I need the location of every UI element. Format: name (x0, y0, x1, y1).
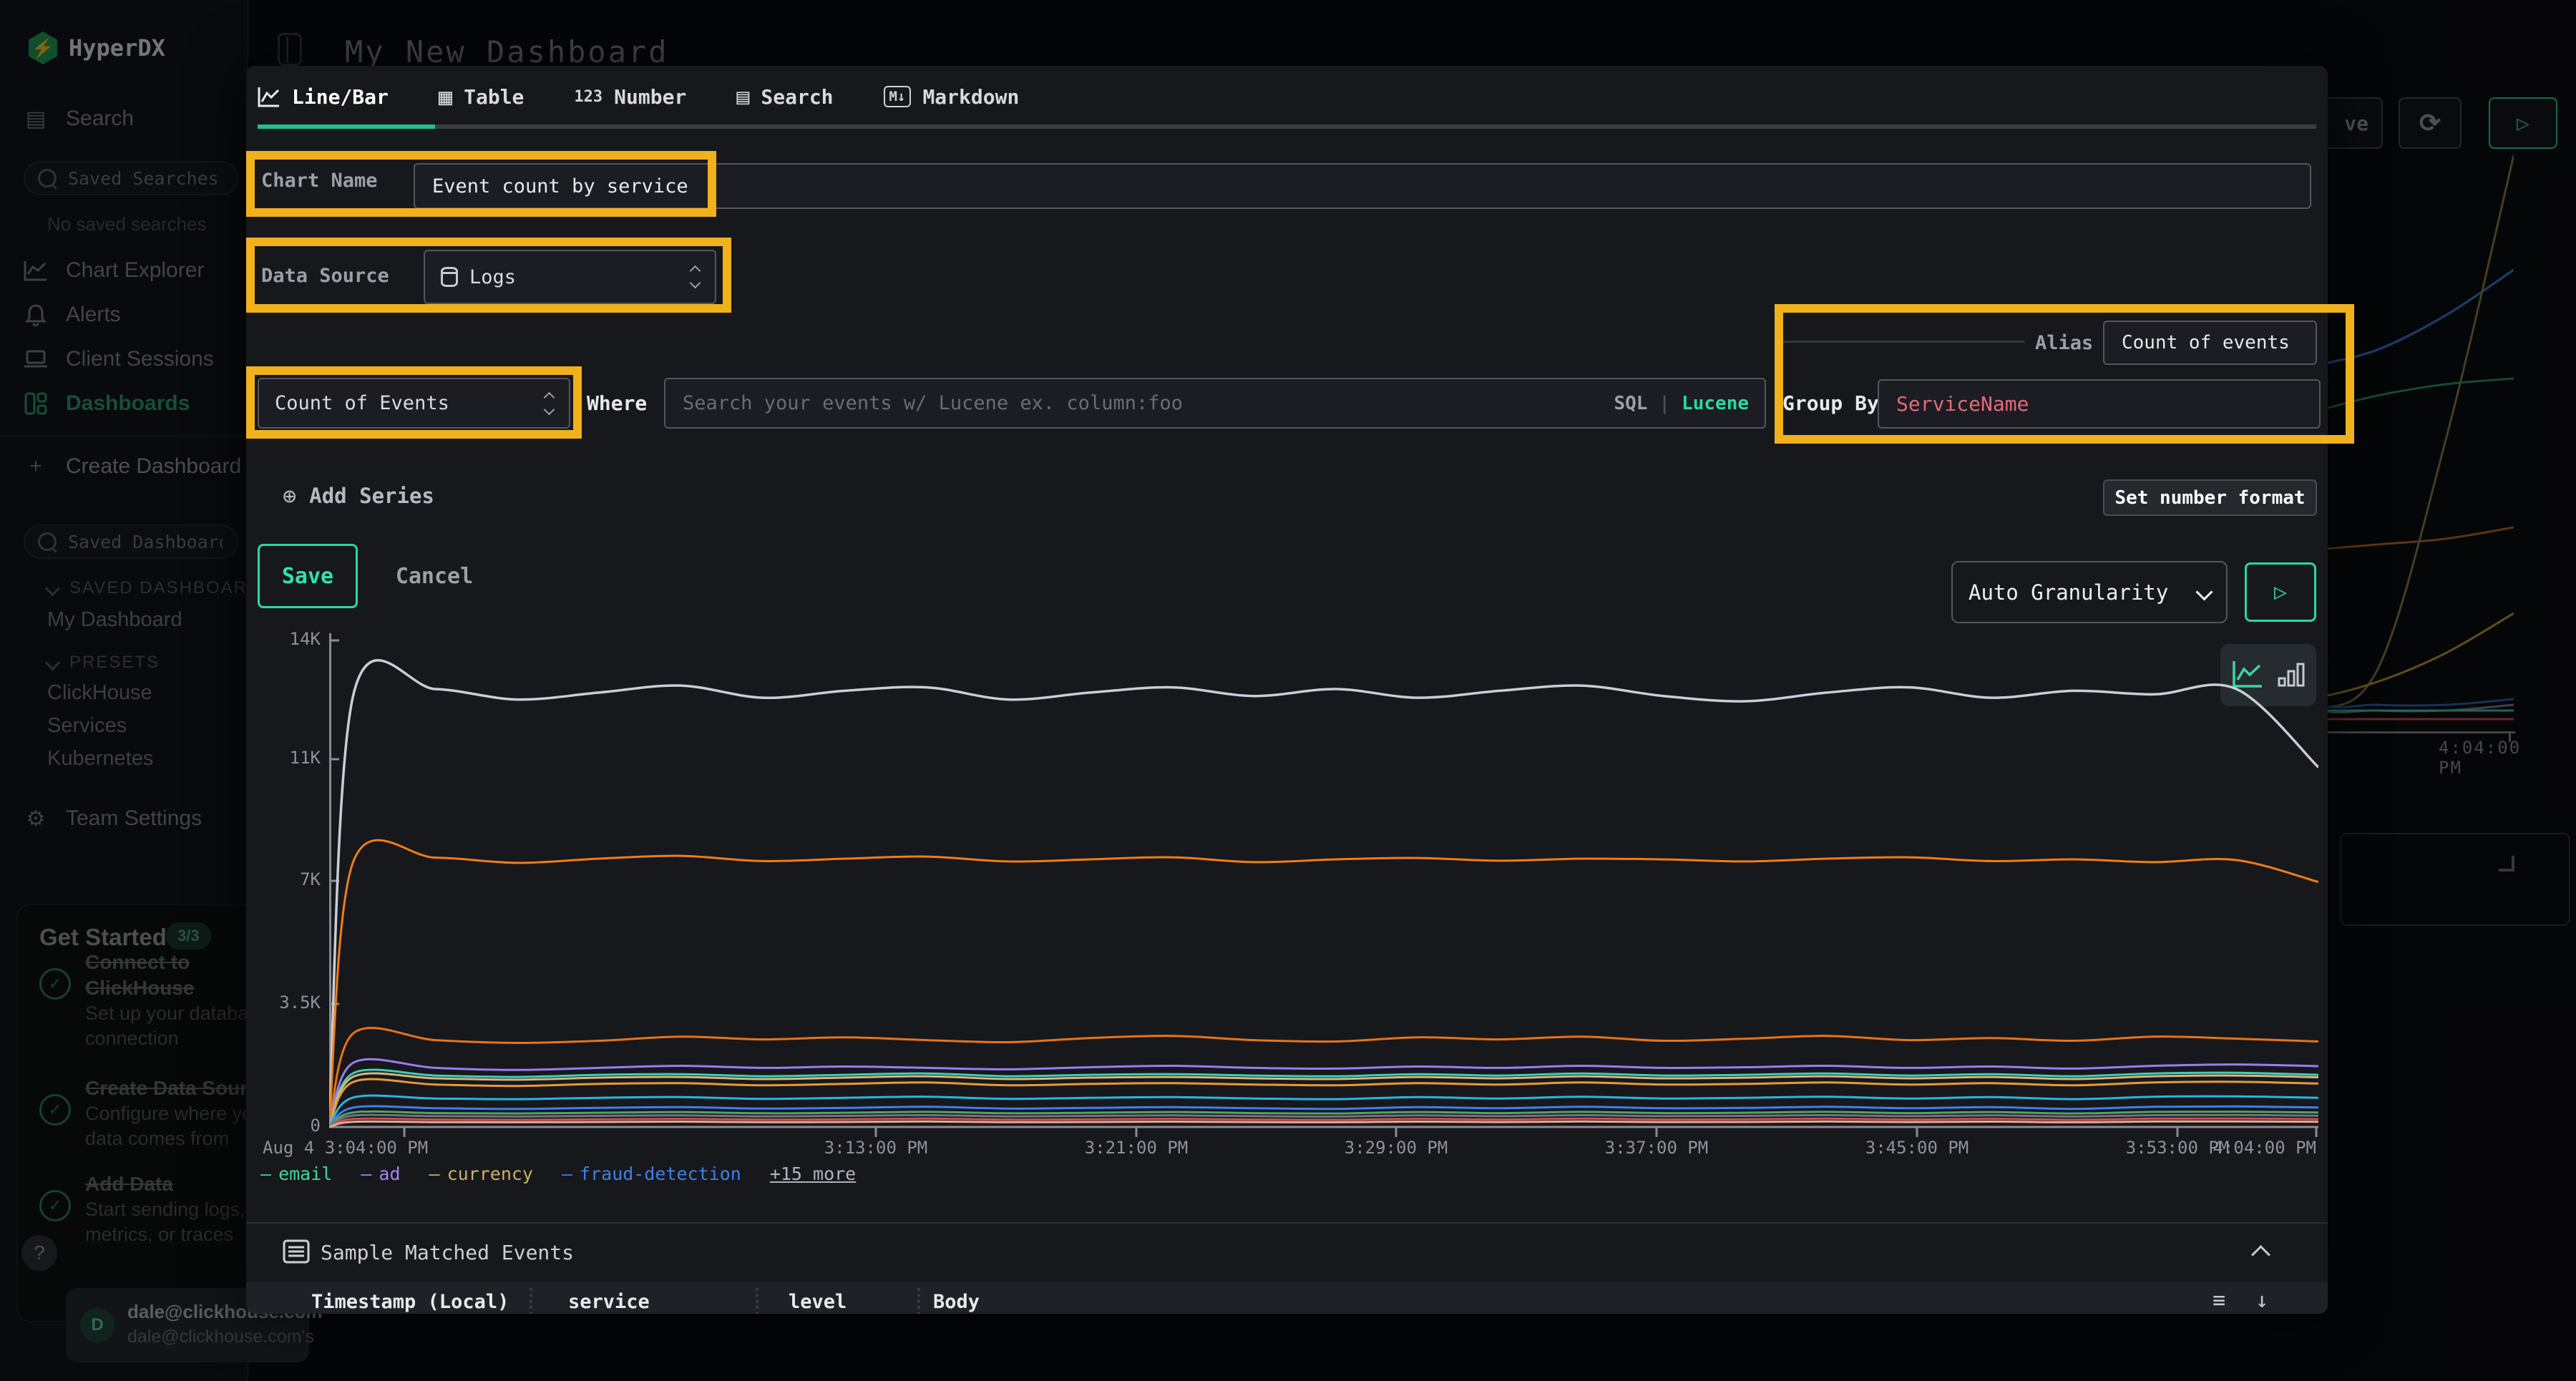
alias-field[interactable] (2103, 321, 2317, 365)
x-axis-tick: Aug 4 3:04:00 PM (263, 1138, 428, 1158)
x-axis-tick: 3:45:00 PM (1865, 1138, 1969, 1158)
column-header-timestamp[interactable]: Timestamp (Local) (311, 1291, 509, 1313)
y-axis-tick: 7K (246, 869, 321, 889)
granularity-select[interactable]: Auto Granularity (1951, 561, 2228, 623)
x-axis-tick: 3:37:00 PM (1605, 1138, 1709, 1158)
y-axis-tick: 14K (246, 629, 321, 649)
chart-name-label: Chart Name (261, 170, 378, 192)
tab-label: Line/Bar (292, 85, 389, 109)
aggregation-value: Count of Events (275, 392, 449, 414)
chevron-down-icon (2195, 583, 2212, 600)
filter-icon[interactable]: ≡ (2212, 1288, 2225, 1313)
where-field[interactable]: SQL | Lucene (664, 378, 1766, 429)
add-series-button[interactable]: ⊕ Add Series (283, 482, 434, 509)
x-axis-tick: 3:29:00 PM (1345, 1138, 1448, 1158)
markdown-icon: M↓ (884, 86, 912, 107)
legend-more-link[interactable]: +15 more (770, 1163, 856, 1184)
tab-label: Markdown (922, 85, 1019, 109)
column-header-service[interactable]: service (568, 1291, 650, 1313)
chart-name-input[interactable] (431, 175, 2294, 198)
search-doc-icon: ▤ (736, 84, 749, 109)
legend-swatch: — (361, 1163, 371, 1184)
events-table-header: Timestamp (Local) service level Body ≡ ↓ (246, 1282, 2328, 1314)
lucene-language-toggle[interactable]: Lucene (1682, 393, 1749, 414)
series-divider (1775, 341, 2025, 343)
collapse-section-icon[interactable] (2251, 1245, 2270, 1264)
language-toggle-divider: | (1659, 393, 1670, 414)
legend-item[interactable]: —fraud-detection (562, 1163, 741, 1184)
tab-markdown[interactable]: M↓ Markdown (884, 85, 1020, 109)
save-button[interactable]: Save (258, 544, 358, 608)
screen: ⚡ HyperDX ▤ Search No saved searches Cha… (0, 0, 2576, 1381)
where-label: Where (587, 391, 647, 415)
tab-label: Table (464, 85, 524, 109)
data-source-value: Logs (469, 266, 516, 288)
tab-underline-active (258, 125, 435, 129)
list-icon (283, 1239, 310, 1267)
play-icon: ▷ (2274, 580, 2287, 605)
group-by-field[interactable] (1878, 379, 2321, 429)
select-chevrons-icon (545, 394, 553, 414)
y-axis-tick: 11K (246, 748, 321, 768)
alias-input[interactable] (2120, 331, 2300, 354)
group-by-input[interactable] (1895, 391, 2303, 416)
granularity-value: Auto Granularity (1968, 580, 2168, 605)
chart-type-tabs: Line/Bar ▦ Table 123 Number ▤ Search M↓ … (258, 83, 1019, 110)
legend-item[interactable]: —currency (429, 1163, 533, 1184)
legend-item[interactable]: —email (260, 1163, 332, 1184)
timeseries-chart[interactable] (329, 630, 2318, 1141)
add-series-label: Add Series (309, 484, 434, 508)
chart-editor-modal: Line/Bar ▦ Table 123 Number ▤ Search M↓ … (246, 66, 2328, 1314)
x-axis-tick: 3:13:00 PM (824, 1138, 928, 1158)
data-source-label: Data Source (261, 265, 389, 287)
group-by-label: Group By (1782, 391, 1879, 415)
cancel-button[interactable]: Cancel (384, 544, 484, 608)
tab-table[interactable]: ▦ Table (439, 83, 525, 110)
tab-label: Search (761, 85, 833, 109)
tab-underline-track (258, 125, 2316, 129)
column-separator[interactable] (756, 1288, 758, 1314)
tab-line-bar[interactable]: Line/Bar (258, 85, 389, 109)
database-icon (441, 267, 458, 287)
aggregation-select[interactable]: Count of Events (258, 378, 570, 429)
alias-label: Alias (2035, 332, 2093, 354)
tab-label: Number (614, 85, 686, 109)
legend-item[interactable]: —ad (361, 1163, 400, 1184)
where-input[interactable] (681, 391, 1614, 415)
legend-swatch: — (260, 1163, 271, 1184)
chart-legend: —email —ad —currency —fraud-detection +1… (260, 1163, 856, 1184)
column-header-body[interactable]: Body (933, 1291, 980, 1313)
data-source-select[interactable]: Logs (424, 250, 716, 304)
legend-swatch: — (429, 1163, 440, 1184)
set-number-format-button[interactable]: Set number format (2103, 479, 2317, 516)
line-chart-icon (258, 86, 280, 107)
plus-circle-icon: ⊕ (283, 482, 296, 509)
run-query-button[interactable]: ▷ (2245, 562, 2316, 622)
tab-number[interactable]: 123 Number (574, 85, 686, 109)
column-header-level[interactable]: level (789, 1291, 847, 1313)
sample-events-title: Sample Matched Events (321, 1241, 574, 1264)
x-axis-tick: 3:21:00 PM (1085, 1138, 1189, 1158)
y-axis-tick: 0 (246, 1116, 321, 1136)
tab-search[interactable]: ▤ Search (736, 84, 833, 109)
column-separator[interactable] (917, 1288, 920, 1314)
sql-language-toggle[interactable]: SQL (1614, 393, 1647, 414)
column-separator[interactable] (530, 1288, 532, 1314)
select-chevrons-icon (691, 267, 699, 287)
legend-swatch: — (562, 1163, 572, 1184)
x-axis-tick: 4:04:00 PM (2213, 1138, 2317, 1158)
table-icon: ▦ (439, 83, 452, 110)
download-icon[interactable]: ↓ (2255, 1288, 2268, 1313)
chart-name-field[interactable] (414, 163, 2311, 209)
section-divider (246, 1222, 2328, 1224)
number-123-icon: 123 (574, 88, 602, 106)
y-axis-tick: 3.5K (246, 992, 321, 1012)
